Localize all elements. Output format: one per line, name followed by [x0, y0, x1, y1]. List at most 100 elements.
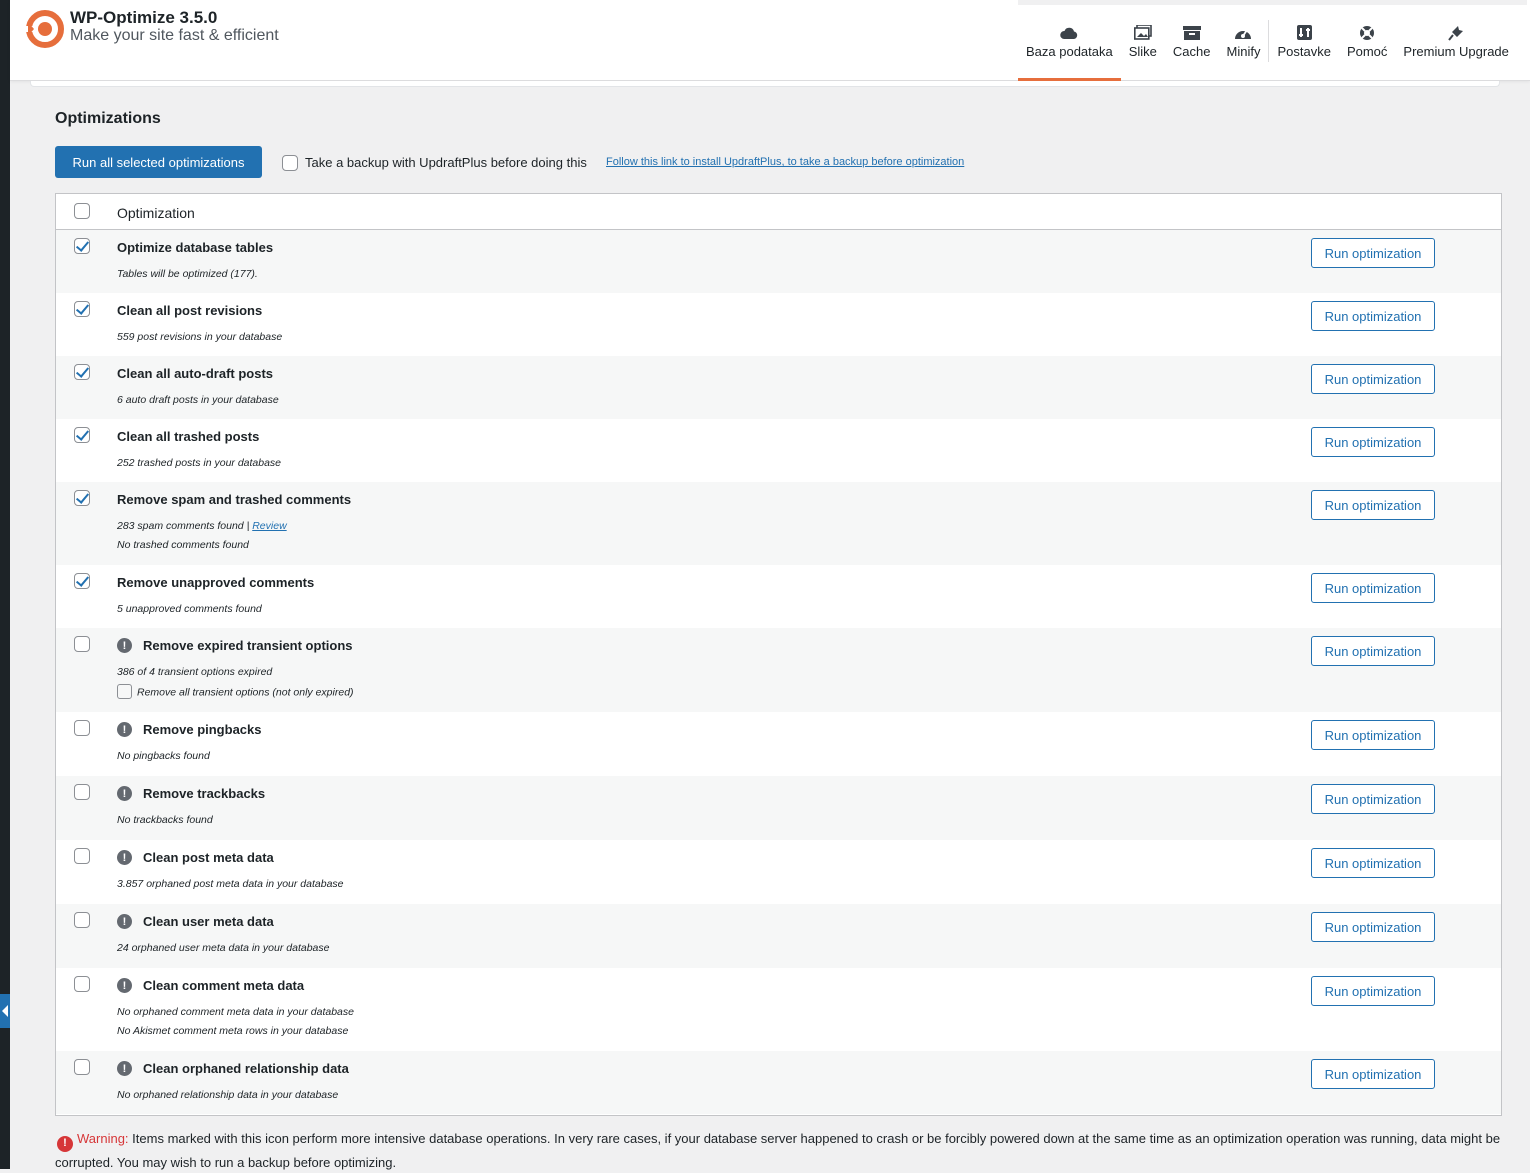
optimization-title: Clean all auto-draft posts: [117, 366, 273, 381]
optimization-detail: 5 unapproved comments found: [117, 603, 262, 615]
run-optimization-button[interactable]: Run optimization: [1311, 912, 1435, 942]
intensive-warning-icon: !: [117, 722, 132, 737]
backup-checkbox[interactable]: [282, 155, 298, 171]
optimization-checkbox[interactable]: [74, 912, 90, 928]
tab-baza-podataka[interactable]: Baza podataka: [1018, 0, 1121, 81]
optimization-detail-text: No orphaned relationship data in your da…: [117, 1089, 339, 1101]
run-optimization-button[interactable]: Run optimization: [1311, 238, 1435, 268]
run-optimization-button[interactable]: Run optimization: [1311, 364, 1435, 394]
run-optimization-button[interactable]: Run optimization: [1311, 848, 1435, 878]
optimization-checkbox[interactable]: [74, 364, 90, 380]
optimization-checkbox[interactable]: [74, 1059, 90, 1075]
optimization-title-text: Clean orphaned relationship data: [143, 1061, 349, 1076]
intensive-warning-icon: !: [117, 850, 132, 865]
optimization-title-text: Clean post meta data: [143, 850, 274, 865]
review-spam-link[interactable]: Review: [252, 520, 286, 532]
optimization-title-text: Remove spam and trashed comments: [117, 492, 352, 507]
optimization-detail: No Akismet comment meta rows in your dat…: [117, 1025, 348, 1037]
run-optimization-button[interactable]: Run optimization: [1311, 301, 1435, 331]
optimization-checkbox[interactable]: [74, 573, 90, 589]
install-updraftplus-link[interactable]: Follow this link to install UpdraftPlus,…: [606, 156, 964, 168]
table-row: ! Remove pingbacks No pingbacks found Run o…: [56, 712, 1501, 776]
optimization-detail-text: Tables will be optimized (177).: [117, 268, 258, 280]
optimization-detail: Remove all transient options (not only e…: [117, 684, 354, 699]
optimization-detail: No trackbacks found: [117, 814, 213, 826]
optimization-checkbox[interactable]: [74, 427, 90, 443]
tab-label: Minify: [1226, 44, 1261, 59]
optimization-title-text: Remove unapproved comments: [117, 575, 315, 590]
optimizations-table: Optimization Optimize database tables Tab…: [55, 193, 1502, 1116]
optimization-title-text: Remove trackbacks: [143, 786, 266, 801]
optimization-title: ! Clean post meta data: [117, 850, 274, 865]
cloud-icon: [1060, 24, 1078, 41]
run-optimization-button[interactable]: Run optimization: [1311, 427, 1435, 457]
optimization-checkbox[interactable]: [74, 720, 90, 736]
settings-icon: [1296, 24, 1312, 41]
optimization-title-text: Clean all auto-draft posts: [117, 366, 274, 381]
optimization-detail-text: 283 spam comments found |: [117, 520, 253, 532]
run-optimization-button[interactable]: Run optimization: [1311, 1059, 1435, 1089]
optimization-detail: No orphaned relationship data in your da…: [117, 1089, 338, 1101]
images-icon: [1133, 24, 1152, 41]
optimization-detail: Tables will be optimized (177).: [117, 268, 258, 280]
tab-minify[interactable]: Minify: [1219, 0, 1269, 81]
optimization-title: Remove unapproved comments: [117, 575, 314, 590]
run-optimization-button[interactable]: Run optimization: [1311, 490, 1435, 520]
intensive-warning-icon: !: [117, 638, 132, 653]
optimization-detail-text: 3.857 orphaned post meta data in your da…: [117, 878, 344, 890]
collapse-menu-icon[interactable]: [0, 994, 10, 1028]
tab-slike[interactable]: Slike: [1121, 0, 1165, 81]
tab-cache[interactable]: Cache: [1165, 0, 1219, 81]
optimization-detail-text: 252 trashed posts in your database: [117, 457, 282, 469]
optimization-title: ! Clean user meta data: [117, 914, 274, 929]
optimization-title-text: Remove expired transient options: [143, 638, 353, 653]
optimization-title: ! Remove expired transient options: [117, 638, 353, 653]
table-row: Clean all trashed posts 252 trashed posts…: [56, 419, 1501, 482]
table-row: ! Remove trackbacks No trackbacks found Run…: [56, 776, 1501, 840]
tab-pomoc[interactable]: Pomoć: [1339, 0, 1395, 81]
app-tagline: Make your site fast & efficient: [70, 27, 279, 44]
optimization-rows: Optimize database tables Tables will be o…: [56, 230, 1501, 1114]
optimization-detail: 6 auto draft posts in your database: [117, 394, 279, 406]
plugin-header: WP-Optimize 3.5.0 Make your site fast & …: [10, 0, 1530, 81]
optimization-title: Optimize database tables: [117, 240, 273, 255]
optimization-detail-text: Remove all transient options (not only e…: [137, 686, 354, 699]
run-optimization-button[interactable]: Run optimization: [1311, 573, 1435, 603]
table-row: Remove unapproved comments 5 unapproved c…: [56, 565, 1501, 628]
lifesaver-icon: [1359, 24, 1375, 41]
select-all-checkbox[interactable]: [74, 203, 90, 219]
tab-label: Slike: [1128, 44, 1157, 59]
optimization-title-text: Optimize database tables: [117, 240, 274, 255]
optimization-detail-text: 24 orphaned user meta data in your datab…: [117, 942, 330, 954]
optimization-checkbox[interactable]: [74, 490, 90, 506]
optimization-title: ! Clean orphaned relationship data: [117, 1061, 349, 1076]
table-row: Optimize database tables Tables will be o…: [56, 230, 1501, 293]
table-row: Clean all post revisions 559 post revisio…: [56, 293, 1501, 356]
optimization-title-text: Clean all post revisions: [117, 303, 263, 318]
run-all-optimizations-button[interactable]: Run all selected optimizations: [55, 146, 262, 178]
optimization-checkbox[interactable]: [74, 784, 90, 800]
warning-icon: !: [57, 1135, 73, 1152]
run-optimization-button[interactable]: Run optimization: [1311, 720, 1435, 750]
optimization-checkbox[interactable]: [74, 636, 90, 652]
optimization-detail-text: 386 of 4 transient options expired: [117, 666, 273, 678]
optimization-checkbox[interactable]: [74, 976, 90, 992]
run-optimization-button[interactable]: Run optimization: [1311, 636, 1435, 666]
remove-all-transients-checkbox[interactable]: [117, 684, 132, 699]
section-title: Optimizations: [55, 110, 161, 127]
warning-label: Warning:: [77, 1131, 129, 1146]
optimization-checkbox[interactable]: [74, 848, 90, 864]
optimization-checkbox[interactable]: [74, 301, 90, 317]
optimization-checkbox[interactable]: [74, 238, 90, 254]
run-optimization-button[interactable]: Run optimization: [1311, 976, 1435, 1006]
archive-icon: [1182, 24, 1201, 41]
wp-optimize-logo: [26, 10, 64, 48]
backup-label: Take a backup with UpdraftPlus before do…: [305, 155, 587, 170]
optimization-detail: 386 of 4 transient options expired: [117, 666, 272, 678]
run-optimization-button[interactable]: Run optimization: [1311, 784, 1435, 814]
tab-premium-upgrade[interactable]: Premium Upgrade: [1395, 0, 1517, 81]
tab-postavke[interactable]: Postavke: [1269, 0, 1338, 81]
optimization-detail-text: 559 post revisions in your database: [117, 331, 283, 343]
plugin-nav: Baza podataka Slike Cache Minify Postavk…: [1018, 0, 1527, 81]
optimization-detail: 559 post revisions in your database: [117, 331, 282, 343]
